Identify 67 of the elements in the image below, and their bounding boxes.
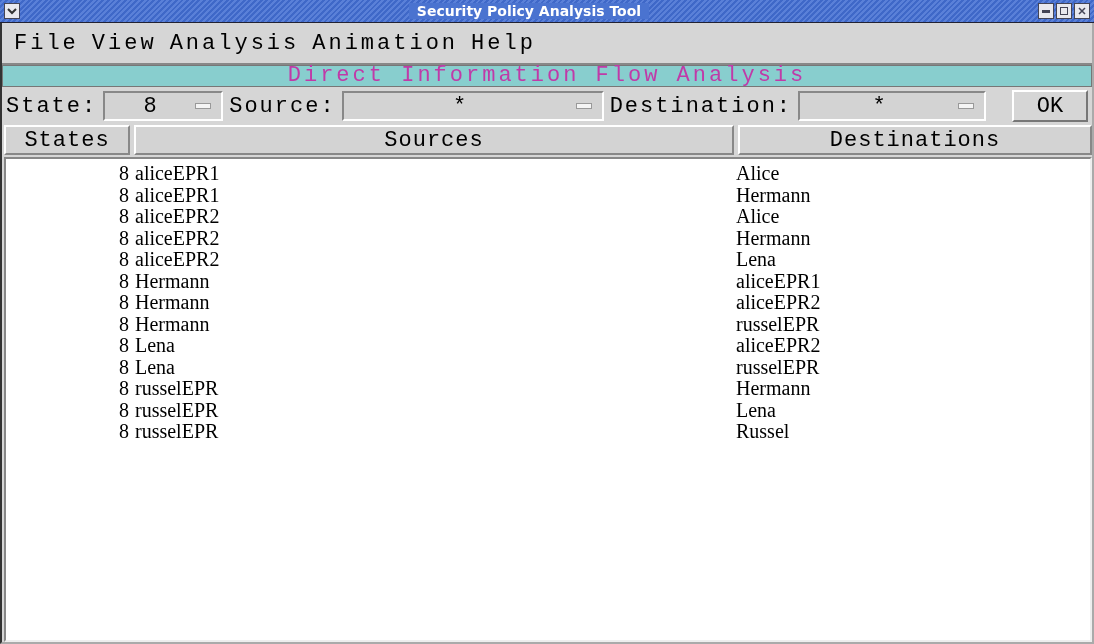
table-cell: 8: [119, 226, 129, 249]
table-cell: Russel: [736, 420, 790, 442]
table-cell: aliceEPR2: [135, 226, 220, 249]
maximize-button[interactable]: [1056, 3, 1072, 19]
table-cell: Hermann: [736, 226, 811, 249]
table-cell: Lena: [736, 248, 776, 270]
table-cell: 8: [119, 398, 129, 421]
table-cell: Hermann: [135, 269, 210, 292]
table-cell: 8: [119, 334, 129, 356]
chevron-icon: [7, 7, 17, 15]
close-icon: [1078, 7, 1086, 15]
minimize-button[interactable]: [1038, 3, 1054, 19]
dropdown[interactable]: *: [798, 91, 987, 121]
dropdown-indicator-icon: [575, 103, 592, 109]
table-cell: russelEPR: [135, 398, 219, 421]
table-cell: aliceEPR2: [736, 334, 821, 356]
table-cell: 8: [119, 269, 129, 292]
table-cell: 8: [119, 420, 129, 442]
menu-item[interactable]: Analysis: [169, 28, 300, 58]
table-cell: Lena: [736, 398, 776, 421]
table-cell: aliceEPR1: [135, 183, 220, 206]
filter-label: State:: [6, 93, 98, 119]
table-cell: 8: [119, 205, 129, 227]
filter-label: Destination:: [609, 93, 793, 119]
dropdown-indicator-icon: [958, 103, 975, 109]
maximize-icon: [1060, 7, 1068, 15]
filter-label: Source:: [229, 93, 336, 119]
menu-item[interactable]: Help: [471, 28, 536, 58]
menu-item[interactable]: File: [14, 28, 79, 58]
table-cell: Lena: [135, 355, 175, 378]
column-header[interactable]: Sources: [134, 125, 734, 155]
table-cell: 8: [119, 355, 129, 378]
table-cell: 8: [119, 248, 129, 270]
table-cell: Hermann: [736, 183, 811, 206]
column-header[interactable]: Destinations: [738, 125, 1092, 155]
menu-item[interactable]: Animation: [312, 28, 459, 58]
dropdown[interactable]: 8: [103, 91, 224, 121]
table-cell: aliceEPR2: [135, 248, 220, 270]
table-cell: 8: [119, 312, 129, 335]
column-header[interactable]: States: [4, 125, 130, 155]
table-cell: Lena: [135, 334, 175, 356]
table-cell: russelEPR: [736, 355, 820, 378]
section-banner: Direct Information Flow Analysis: [2, 65, 1092, 87]
table-cell: russelEPR: [135, 377, 219, 399]
table-cell: Alice: [736, 162, 780, 184]
dropdown[interactable]: *: [341, 91, 604, 121]
window-menu-button[interactable]: [4, 3, 20, 19]
close-button[interactable]: [1074, 3, 1090, 19]
table-cell: russelEPR: [736, 312, 820, 335]
table-cell: Hermann: [135, 312, 210, 335]
table-cell: Hermann: [736, 377, 811, 399]
window-title: Security Policy Analysis Tool: [408, 3, 650, 19]
minimize-icon: [1042, 9, 1050, 13]
table-cell: 8: [119, 162, 129, 184]
table-cell: aliceEPR2: [135, 205, 220, 227]
table-cell: 8: [119, 377, 129, 399]
ok-button[interactable]: OK: [1012, 90, 1088, 122]
table-cell: russelEPR: [135, 420, 219, 442]
table-cell: Alice: [736, 205, 780, 227]
menu-item[interactable]: View: [91, 28, 157, 58]
table-cell: 8: [119, 291, 129, 313]
dropdown-indicator-icon: [195, 103, 212, 109]
table-cell: aliceEPR1: [736, 269, 821, 292]
table-cell: aliceEPR1: [135, 162, 220, 184]
table-cell: aliceEPR2: [736, 291, 821, 313]
table-cell: Hermann: [135, 291, 210, 313]
table-cell: 8: [119, 183, 129, 206]
